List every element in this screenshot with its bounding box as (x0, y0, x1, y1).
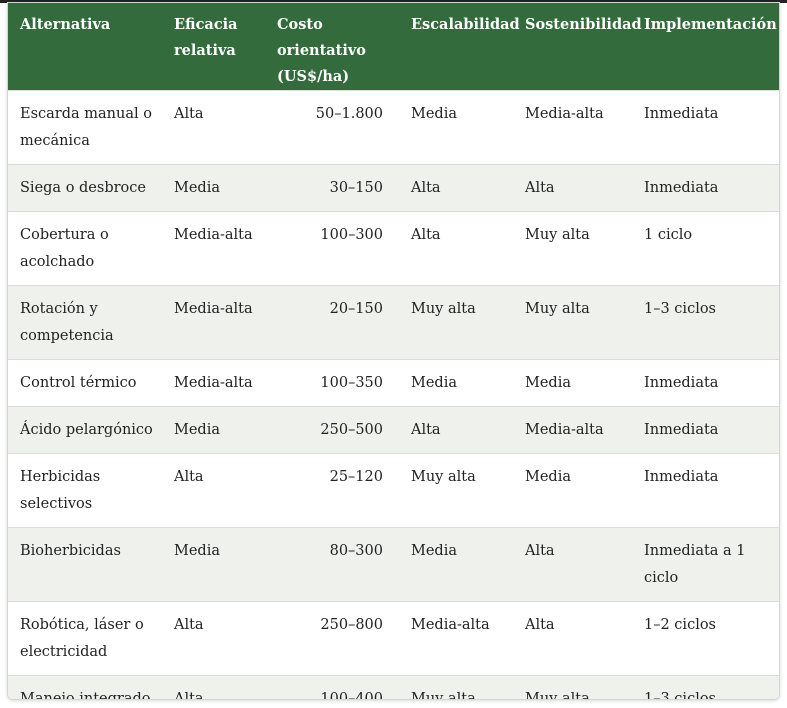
cell-escalabilidad: Muy alta (399, 285, 513, 360)
cell-costo: 100–400 (265, 675, 399, 699)
cell-sostenibilidad: Muy alta (513, 285, 632, 360)
comparison-table-container: Alternativa Eficacia relativa Costo orie… (7, 2, 780, 700)
cell-implementacion: 1–3 ciclos (632, 675, 779, 699)
header-implementacion: Implementación (632, 3, 779, 91)
table-row: Manejo integrado Alta 100–400 Muy alta M… (8, 675, 779, 699)
cell-costo: 20–150 (265, 285, 399, 360)
cell-eficacia: Alta (162, 675, 265, 699)
table-row: Herbicidas selectivos Alta 25–120 Muy al… (8, 453, 779, 528)
table-row: Bioherbicidas Media 80–300 Media Alta In… (8, 527, 779, 602)
cell-sostenibilidad: Media (513, 453, 632, 528)
cell-escalabilidad: Media-alta (399, 601, 513, 676)
cell-costo: 80–300 (265, 527, 399, 602)
table-header: Alternativa Eficacia relativa Costo orie… (8, 3, 779, 91)
header-row: Alternativa Eficacia relativa Costo orie… (8, 3, 779, 91)
cell-eficacia: Alta (162, 453, 265, 528)
cell-eficacia: Media (162, 527, 265, 602)
cell-eficacia: Alta (162, 601, 265, 676)
cell-implementacion: Inmediata (632, 90, 779, 165)
cell-alternativa: Bioherbicidas (8, 527, 162, 602)
table-row: Siega o desbroce Media 30–150 Alta Alta … (8, 164, 779, 212)
cell-implementacion: Inmediata (632, 406, 779, 454)
table-row: Robótica, láser o electricidad Alta 250–… (8, 601, 779, 676)
cell-eficacia: Media-alta (162, 211, 265, 286)
cell-implementacion: 1–2 ciclos (632, 601, 779, 676)
cell-escalabilidad: Alta (399, 406, 513, 454)
cell-alternativa: Robótica, láser o electricidad (8, 601, 162, 676)
cell-implementacion: Inmediata (632, 359, 779, 407)
cell-escalabilidad: Media (399, 527, 513, 602)
cell-escalabilidad: Muy alta (399, 675, 513, 699)
cell-eficacia: Media-alta (162, 359, 265, 407)
cell-sostenibilidad: Muy alta (513, 211, 632, 286)
cell-alternativa: Rotación y competencia (8, 285, 162, 360)
cell-implementacion: Inmediata (632, 453, 779, 528)
header-alternativa: Alternativa (8, 3, 162, 91)
cell-escalabilidad: Media (399, 359, 513, 407)
cell-escalabilidad: Alta (399, 211, 513, 286)
header-costo: Costo orientativo (US$/ha) (265, 3, 399, 91)
cell-escalabilidad: Muy alta (399, 453, 513, 528)
cell-sostenibilidad: Alta (513, 601, 632, 676)
cell-alternativa: Siega o desbroce (8, 164, 162, 212)
cell-escalabilidad: Alta (399, 164, 513, 212)
cell-alternativa: Escarda manual o mecánica (8, 90, 162, 165)
cell-sostenibilidad: Muy alta (513, 675, 632, 699)
cell-implementacion: Inmediata (632, 164, 779, 212)
comparison-table: Alternativa Eficacia relativa Costo orie… (8, 3, 779, 699)
cell-escalabilidad: Media (399, 90, 513, 165)
cell-sostenibilidad: Media-alta (513, 90, 632, 165)
cell-sostenibilidad: Media-alta (513, 406, 632, 454)
cell-sostenibilidad: Media (513, 359, 632, 407)
cell-alternativa: Ácido pelargónico (8, 406, 162, 454)
header-eficacia: Eficacia relativa (162, 3, 265, 91)
table-row: Escarda manual o mecánica Alta 50–1.800 … (8, 90, 779, 165)
cell-eficacia: Media-alta (162, 285, 265, 360)
table-row: Rotación y competencia Media-alta 20–150… (8, 285, 779, 360)
table-row: Control térmico Media-alta 100–350 Media… (8, 359, 779, 407)
cell-costo: 30–150 (265, 164, 399, 212)
table-row: Ácido pelargónico Media 250–500 Alta Med… (8, 406, 779, 454)
cell-costo: 250–800 (265, 601, 399, 676)
cell-eficacia: Media (162, 164, 265, 212)
cell-alternativa: Control térmico (8, 359, 162, 407)
cell-alternativa: Manejo integrado (8, 675, 162, 699)
cell-sostenibilidad: Alta (513, 527, 632, 602)
cell-eficacia: Media (162, 406, 265, 454)
cell-alternativa: Cobertura o acolchado (8, 211, 162, 286)
cell-costo: 100–300 (265, 211, 399, 286)
header-escalabilidad: Escalabilidad (399, 3, 520, 91)
cell-costo: 250–500 (265, 406, 399, 454)
cell-eficacia: Alta (162, 90, 265, 165)
table-body: Escarda manual o mecánica Alta 50–1.800 … (8, 90, 779, 699)
cell-costo: 50–1.800 (265, 90, 399, 165)
cell-implementacion: Inmediata a 1 ciclo (632, 527, 779, 602)
table-row: Cobertura o acolchado Media-alta 100–300… (8, 211, 779, 286)
cell-costo: 100–350 (265, 359, 399, 407)
cell-implementacion: 1–3 ciclos (632, 285, 779, 360)
header-sostenibilidad: Sostenibilidad (513, 3, 642, 91)
cell-costo: 25–120 (265, 453, 399, 528)
page: Alternativa Eficacia relativa Costo orie… (0, 0, 787, 708)
cell-implementacion: 1 ciclo (632, 211, 779, 286)
cell-sostenibilidad: Alta (513, 164, 632, 212)
cell-alternativa: Herbicidas selectivos (8, 453, 162, 528)
